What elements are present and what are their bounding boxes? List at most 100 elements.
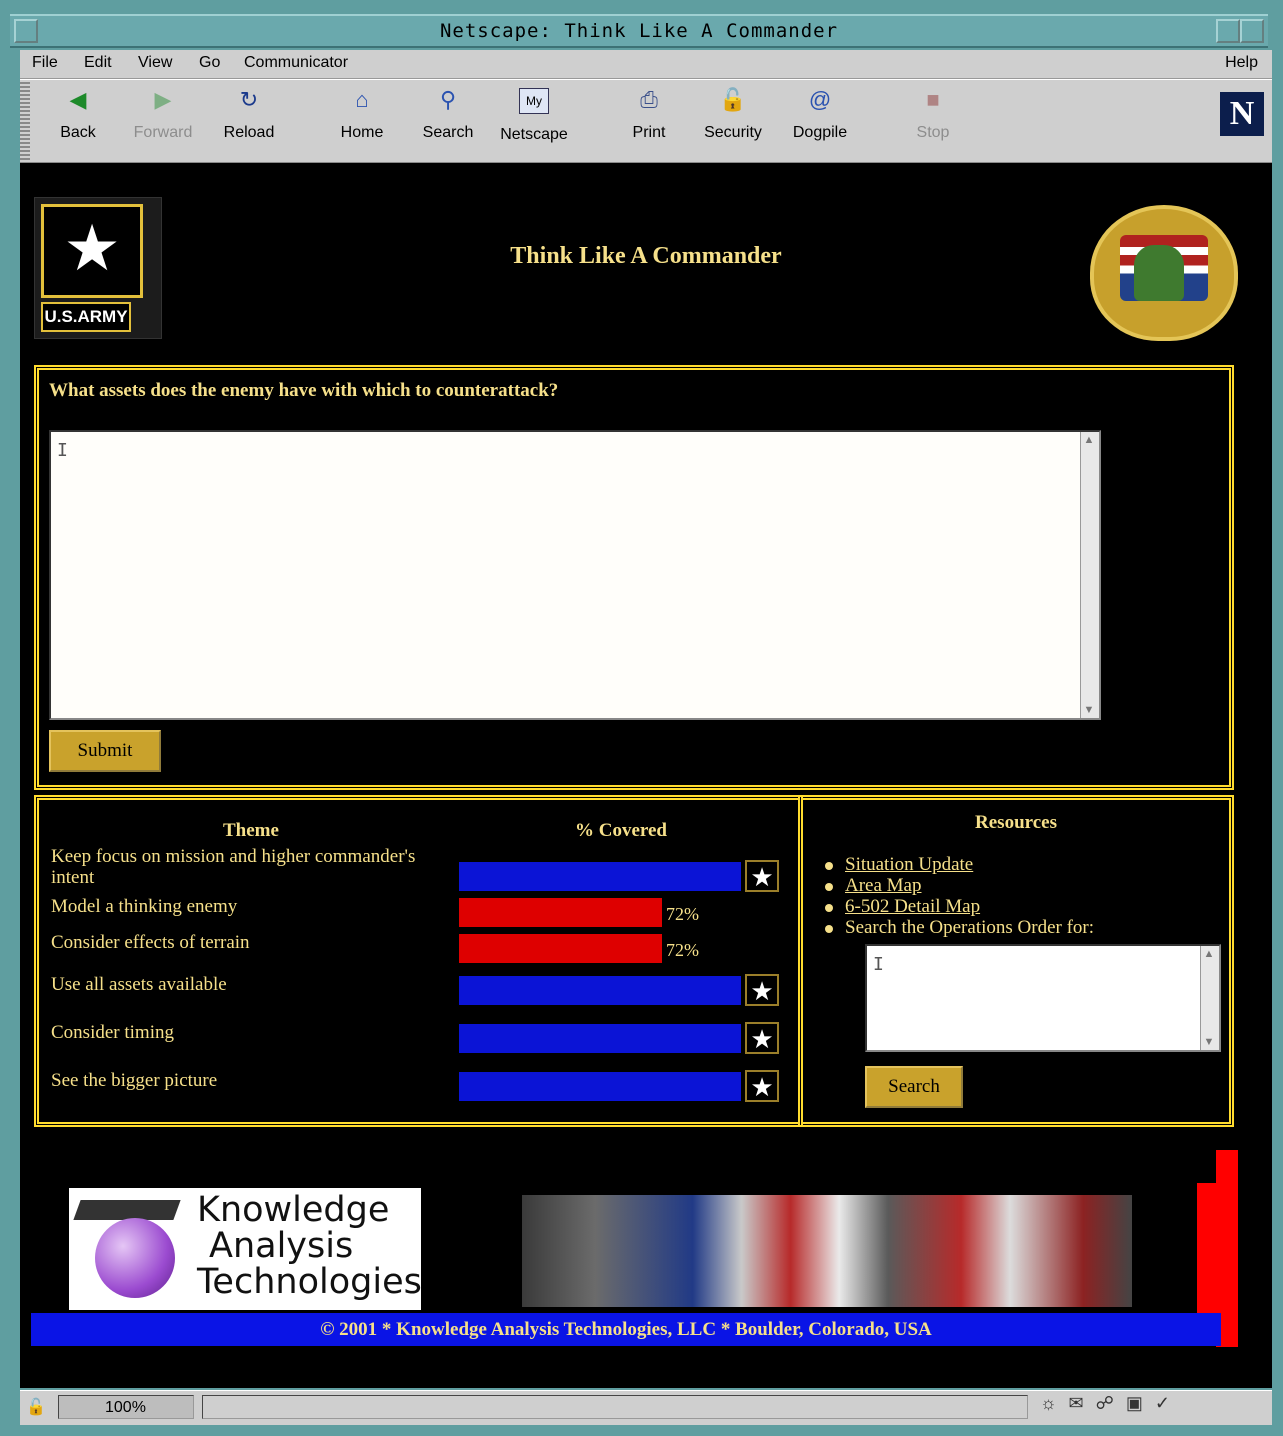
dogpile-label: Dogpile bbox=[792, 124, 848, 141]
completion-star-icon: ★ bbox=[745, 1022, 779, 1054]
padlock-icon: 🔓 bbox=[719, 87, 747, 112]
printer-icon: ⎙ bbox=[640, 87, 658, 112]
status-bar: 🔓 100% ☼✉☍▣✓ bbox=[20, 1390, 1272, 1425]
search-ops-order-button[interactable]: Search bbox=[865, 1066, 963, 1108]
menu-file[interactable]: File bbox=[32, 54, 58, 72]
online-status-icon[interactable]: ✓ bbox=[1155, 1393, 1182, 1413]
answer-scrollbar[interactable]: ▲ ▼ bbox=[1080, 432, 1099, 718]
composer-icon[interactable]: ▣ bbox=[1126, 1393, 1155, 1413]
ops-order-search-textarea[interactable]: I ▲ ▼ bbox=[865, 944, 1221, 1052]
question-panel: What assets does the enemy have with whi… bbox=[34, 365, 1234, 790]
zoom-level: 100% bbox=[58, 1395, 194, 1419]
search-flashlight-icon: ⚲ bbox=[439, 87, 457, 112]
coverage-bar bbox=[459, 1072, 741, 1101]
logo-line-2: Analysis bbox=[209, 1226, 354, 1266]
maximize-button[interactable] bbox=[1240, 19, 1264, 43]
discussions-icon[interactable]: ☍ bbox=[1096, 1393, 1126, 1413]
stop-icon: ■ bbox=[926, 87, 940, 112]
menu-help[interactable]: Help bbox=[1225, 54, 1258, 72]
dogpile-button[interactable]: @ Dogpile bbox=[780, 84, 860, 142]
menu-communicator[interactable]: Communicator bbox=[244, 54, 348, 72]
toolbar-grip[interactable] bbox=[20, 80, 30, 160]
copyright-footer: © 2001 * Knowledge Analysis Technologies… bbox=[31, 1313, 1221, 1346]
themes-panel: Theme % Covered Keep focus on mission an… bbox=[34, 795, 803, 1127]
scroll-up-arrow-icon[interactable]: ▲ bbox=[1082, 433, 1096, 447]
security-lock-icon[interactable]: 🔓 bbox=[26, 1397, 46, 1417]
seal-soldier-graphic bbox=[1134, 245, 1184, 301]
menu-bar: File Edit View Go Communicator Help bbox=[20, 50, 1272, 79]
home-label: Home bbox=[340, 124, 384, 141]
completion-star-icon: ★ bbox=[745, 860, 779, 892]
search-button[interactable]: ⚲ Search bbox=[408, 84, 488, 142]
back-button[interactable]: ◀ Back bbox=[38, 84, 118, 142]
coverage-bar bbox=[459, 1024, 741, 1053]
print-button[interactable]: ⎙ Print bbox=[609, 84, 689, 142]
covered-column-header: % Covered bbox=[575, 820, 667, 841]
component-bar: ☼✉☍▣✓ bbox=[1040, 1393, 1268, 1421]
coverage-bar bbox=[459, 898, 662, 927]
theme-label: Keep focus on mission and higher command… bbox=[51, 846, 416, 888]
search-ops-order-text: Search the Operations Order for: bbox=[825, 917, 1095, 939]
home-button[interactable]: ⌂ Home bbox=[322, 84, 402, 142]
coverage-bar bbox=[459, 934, 662, 963]
search-label: Search bbox=[422, 124, 474, 141]
bullet-icon bbox=[825, 883, 833, 891]
logo-line-1: Knowledge bbox=[197, 1190, 390, 1230]
security-button[interactable]: 🔓 Security bbox=[693, 84, 773, 142]
forward-arrow-icon: ▶ bbox=[154, 87, 172, 112]
resource-link-situation-update[interactable]: Situation Update bbox=[825, 854, 973, 876]
resources-panel: Resources Situation Update Area Map 6-50… bbox=[798, 795, 1234, 1127]
menu-view[interactable]: View bbox=[138, 54, 172, 72]
minimize-button[interactable] bbox=[1216, 19, 1240, 43]
theme-label: Model a thinking enemy bbox=[51, 896, 238, 917]
netscape-label: Netscape bbox=[500, 126, 568, 143]
title-bar: Netscape: Think Like A Commander bbox=[10, 14, 1268, 48]
search-scrollbar[interactable]: ▲ ▼ bbox=[1200, 946, 1219, 1050]
area-map-link[interactable]: Area Map bbox=[845, 875, 922, 896]
theme-label: Consider effects of terrain bbox=[51, 932, 250, 953]
scroll-down-arrow-icon[interactable]: ▼ bbox=[1082, 703, 1096, 717]
navigator-icon[interactable]: ☼ bbox=[1040, 1393, 1069, 1413]
page-title: Think Like A Commander bbox=[510, 243, 782, 269]
reload-icon: ↻ bbox=[239, 87, 259, 112]
back-label: Back bbox=[60, 124, 96, 141]
resources-title: Resources bbox=[975, 812, 1057, 833]
navigation-toolbar: ◀ Back ▶ Forward ↻ Reload ⌂ Home ⚲ Searc… bbox=[20, 79, 1272, 164]
situation-update-link[interactable]: Situation Update bbox=[845, 854, 973, 875]
reload-label: Reload bbox=[223, 124, 275, 141]
coverage-bar bbox=[459, 976, 741, 1005]
text-cursor-icon: I bbox=[873, 954, 884, 975]
completion-star-icon: ★ bbox=[745, 1070, 779, 1102]
coverage-bar bbox=[459, 862, 741, 891]
resource-link-area-map[interactable]: Area Map bbox=[825, 875, 922, 897]
search-ops-order-label: Search the Operations Order for: bbox=[845, 917, 1095, 938]
forward-button[interactable]: ▶ Forward bbox=[123, 84, 203, 142]
logo-line-3: Technologies bbox=[197, 1262, 422, 1302]
reload-button[interactable]: ↻ Reload bbox=[209, 84, 289, 142]
graduation-cap-graphic bbox=[73, 1200, 181, 1220]
coverage-percent: 72% bbox=[666, 904, 699, 924]
stop-button[interactable]: ■ Stop bbox=[893, 84, 973, 142]
answer-textarea[interactable]: I ▲ ▼ bbox=[49, 430, 1101, 720]
menu-edit[interactable]: Edit bbox=[84, 54, 112, 72]
theme-label: Use all assets available bbox=[51, 974, 227, 995]
theme-label: See the bigger picture bbox=[51, 1070, 218, 1091]
theme-column-header: Theme bbox=[223, 820, 279, 841]
print-label: Print bbox=[632, 124, 666, 141]
knowledge-analysis-logo: Knowledge Analysis Technologies bbox=[69, 1188, 422, 1310]
mail-icon[interactable]: ✉ bbox=[1069, 1393, 1096, 1413]
scroll-up-arrow-icon[interactable]: ▲ bbox=[1202, 947, 1216, 961]
detail-map-link[interactable]: 6-502 Detail Map bbox=[845, 896, 980, 917]
theme-label: Consider timing bbox=[51, 1022, 174, 1043]
text-cursor-icon: I bbox=[57, 440, 68, 461]
bullet-icon bbox=[825, 925, 833, 933]
bullet-icon bbox=[825, 862, 833, 870]
menu-go[interactable]: Go bbox=[199, 54, 220, 72]
netscape-button[interactable]: My Netscape bbox=[494, 84, 574, 144]
submit-button[interactable]: Submit bbox=[49, 730, 161, 772]
question-text: What assets does the enemy have with whi… bbox=[49, 380, 559, 401]
netscape-logo-icon[interactable]: N bbox=[1220, 92, 1264, 136]
stop-label: Stop bbox=[916, 124, 950, 141]
resource-link-detail-map[interactable]: 6-502 Detail Map bbox=[825, 896, 980, 918]
scroll-down-arrow-icon[interactable]: ▼ bbox=[1202, 1035, 1216, 1049]
